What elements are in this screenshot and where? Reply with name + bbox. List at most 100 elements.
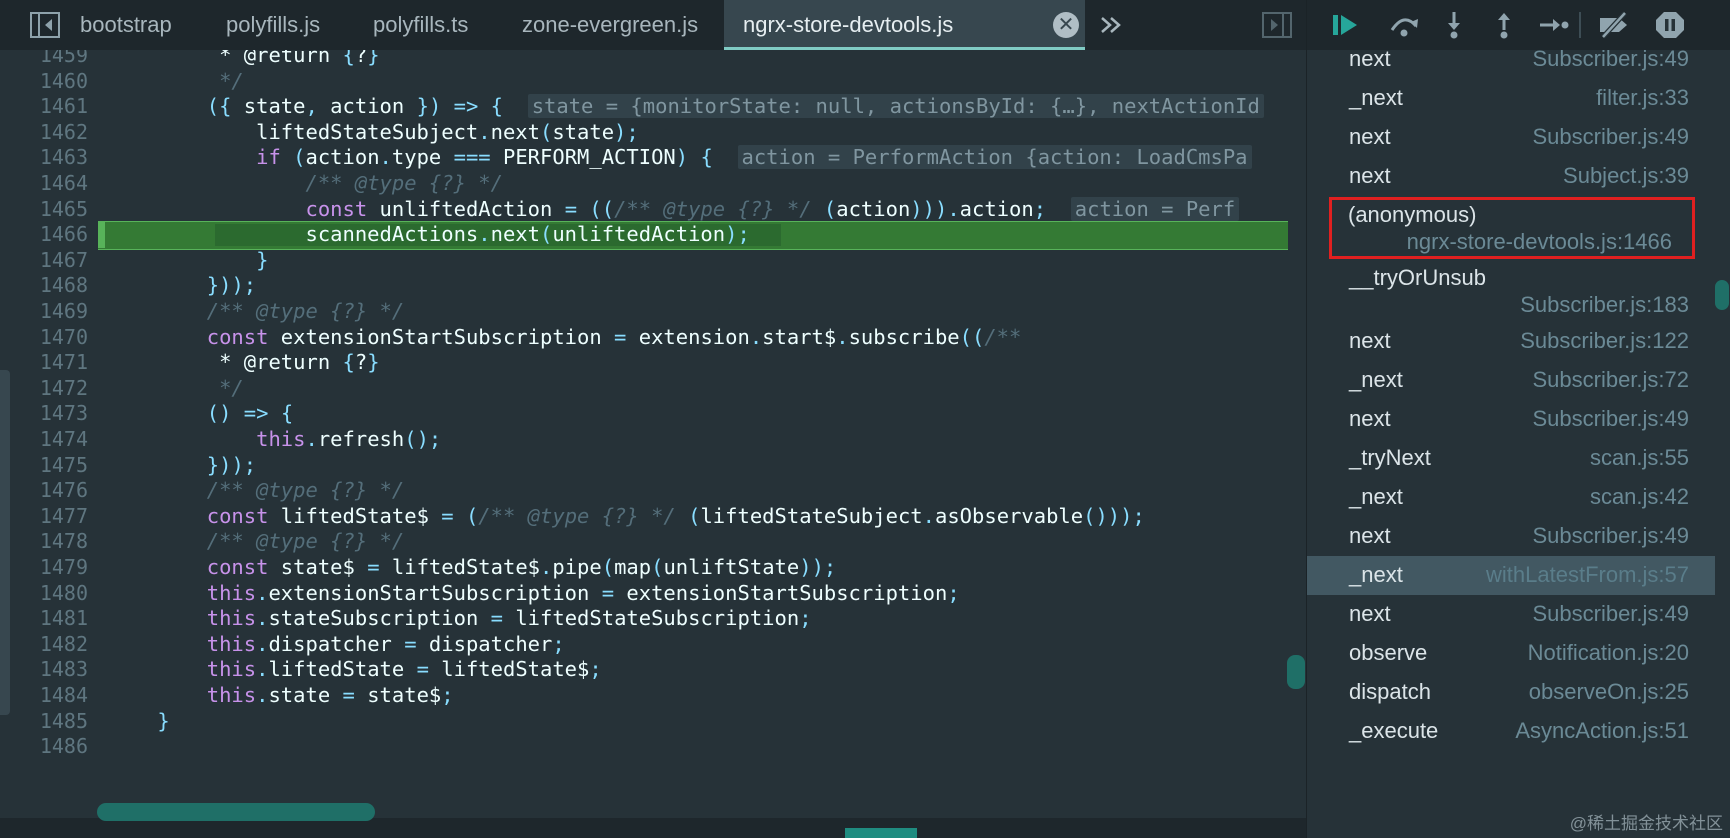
horizontal-scrollbar-thumb[interactable] bbox=[97, 803, 375, 821]
call-stack-frame[interactable]: __tryOrUnsub Subscriber.js:183 bbox=[1307, 259, 1715, 322]
call-stack-frame[interactable]: _next scan.js:42 bbox=[1307, 478, 1715, 517]
code-line[interactable]: 1473 () => { bbox=[0, 399, 1290, 427]
line-number[interactable]: 1466 bbox=[0, 220, 88, 248]
code-text: this.dispatcher = dispatcher; bbox=[206, 631, 565, 656]
step-out-icon[interactable] bbox=[1487, 10, 1521, 40]
call-stack-frame[interactable]: _tryNext scan.js:55 bbox=[1307, 439, 1715, 478]
code-line[interactable]: 1471 * @return {?} bbox=[0, 348, 1290, 376]
resume-icon[interactable] bbox=[1329, 10, 1363, 40]
line-number[interactable]: 1480 bbox=[0, 579, 88, 607]
call-stack-frame[interactable]: next Subscriber.js:49 bbox=[1307, 595, 1715, 634]
frame-function-name: next bbox=[1349, 46, 1391, 71]
line-number[interactable]: 1473 bbox=[0, 399, 88, 427]
code-line[interactable]: 1475 })); bbox=[0, 451, 1290, 479]
code-line[interactable]: 1460 */ bbox=[0, 67, 1290, 95]
line-number[interactable]: 1477 bbox=[0, 502, 88, 530]
code-line[interactable]: 1479 const state$ = liftedState$.pipe(ma… bbox=[0, 553, 1290, 581]
line-number[interactable]: 1462 bbox=[0, 118, 88, 146]
step-into-icon[interactable] bbox=[1437, 10, 1471, 40]
call-stack-frame[interactable]: _next withLatestFrom.js:57 bbox=[1307, 556, 1715, 595]
line-number[interactable]: 1474 bbox=[0, 425, 88, 453]
call-stack-frame[interactable]: _next Subscriber.js:72 bbox=[1307, 361, 1715, 400]
code-line[interactable]: 1468 })); bbox=[0, 271, 1290, 299]
code-line[interactable]: 1472 */ bbox=[0, 374, 1290, 402]
current-execution-line[interactable]: 1466 scannedActions.next(unliftedAction)… bbox=[0, 220, 1290, 251]
line-number[interactable]: 1481 bbox=[0, 604, 88, 632]
frame-location: Subscriber.js:49 bbox=[1532, 406, 1689, 431]
line-number[interactable]: 1475 bbox=[0, 451, 88, 479]
toggle-debugger-icon[interactable] bbox=[1262, 12, 1292, 38]
call-stack-frame[interactable]: next Subject.js:39 bbox=[1307, 157, 1715, 196]
step-icon[interactable] bbox=[1537, 10, 1571, 40]
call-stack-frame[interactable]: (anonymous) ngrx-store-devtools.js:1466 bbox=[1329, 197, 1695, 259]
code-line[interactable]: 1469 /** @type {?} */ bbox=[0, 297, 1290, 325]
code-line[interactable]: 1465 const unliftedAction = ((/** @type … bbox=[0, 195, 1290, 223]
call-stack-frame[interactable]: next Subscriber.js:49 bbox=[1307, 400, 1715, 439]
more-tabs-icon[interactable] bbox=[1096, 10, 1126, 40]
tab-ngrx-store-devtools[interactable]: ngrx-store-devtools.js ✕ bbox=[724, 0, 1085, 50]
line-number[interactable]: 1476 bbox=[0, 476, 88, 504]
line-number[interactable]: 1465 bbox=[0, 195, 88, 223]
vertical-scrollbar-thumb[interactable] bbox=[1287, 655, 1305, 689]
line-number[interactable]: 1486 bbox=[0, 732, 88, 760]
code-line[interactable]: 1483 this.liftedState = liftedState$; bbox=[0, 655, 1290, 683]
line-number[interactable]: 1461 bbox=[0, 92, 88, 120]
line-number[interactable]: 1485 bbox=[0, 707, 88, 735]
line-number[interactable]: 1467 bbox=[0, 246, 88, 274]
line-number[interactable]: 1472 bbox=[0, 374, 88, 402]
code-line[interactable]: 1478 /** @type {?} */ bbox=[0, 527, 1290, 555]
tab-zone-evergreen[interactable]: zone-evergreen.js bbox=[522, 0, 698, 50]
code-line[interactable]: 1464 /** @type {?} */ bbox=[0, 169, 1290, 197]
frame-location: scan.js:55 bbox=[1589, 445, 1689, 470]
frame-function-name: next bbox=[1349, 601, 1391, 626]
code-line[interactable]: 1463 if (action.type === PERFORM_ACTION)… bbox=[0, 143, 1290, 171]
code-line[interactable]: 1474 this.refresh(); bbox=[0, 425, 1290, 453]
close-icon[interactable]: ✕ bbox=[1053, 12, 1079, 38]
horizontal-scrollbar-track[interactable] bbox=[0, 818, 1306, 838]
code-editor[interactable]: bootstrap polyfills.js polyfills.ts zone… bbox=[0, 0, 1306, 838]
call-stack-frame[interactable]: next Subscriber.js:49 bbox=[1307, 118, 1715, 157]
code-line[interactable]: 1481 this.stateSubscription = liftedStat… bbox=[0, 604, 1290, 632]
line-number[interactable]: 1471 bbox=[0, 348, 88, 376]
line-number[interactable]: 1463 bbox=[0, 143, 88, 171]
line-number[interactable]: 1464 bbox=[0, 169, 88, 197]
code-line[interactable]: 1480 this.extensionStartSubscription = e… bbox=[0, 579, 1290, 607]
call-stack-frame[interactable]: next Subscriber.js:122 bbox=[1307, 322, 1715, 361]
line-number[interactable]: 1483 bbox=[0, 655, 88, 683]
call-stack-frame[interactable]: _execute AsyncAction.js:51 bbox=[1307, 712, 1715, 751]
line-number[interactable]: 1469 bbox=[0, 297, 88, 325]
code-line[interactable]: 1461 ({ state, action }) => { state = {m… bbox=[0, 92, 1290, 120]
pause-on-exceptions-icon[interactable] bbox=[1653, 10, 1687, 40]
code-line[interactable]: 1470 const extensionStartSubscription = … bbox=[0, 323, 1290, 351]
line-number[interactable]: 1470 bbox=[0, 323, 88, 351]
code-line[interactable]: 1477 const liftedState$ = (/** @type {?}… bbox=[0, 502, 1290, 530]
line-number[interactable]: 1484 bbox=[0, 681, 88, 709]
code-line[interactable]: 1467 } bbox=[0, 246, 1290, 274]
code-line[interactable]: 1462 liftedStateSubject.next(state); bbox=[0, 118, 1290, 146]
line-number[interactable]: 1482 bbox=[0, 630, 88, 658]
call-stack-frame[interactable]: observe Notification.js:20 bbox=[1307, 634, 1715, 673]
call-stack-frame[interactable]: _next filter.js:33 bbox=[1307, 79, 1715, 118]
tab-polyfills-js[interactable]: polyfills.js bbox=[226, 0, 320, 50]
tab-polyfills-ts[interactable]: polyfills.ts bbox=[373, 0, 468, 50]
code-line[interactable]: 1476 /** @type {?} */ bbox=[0, 476, 1290, 504]
watermark: @稀土掘金技术社区 bbox=[1569, 814, 1723, 833]
code-line[interactable]: 1484 this.state = state$; bbox=[0, 681, 1290, 709]
call-stack-scrollbar[interactable] bbox=[1715, 280, 1729, 310]
step-over-icon[interactable] bbox=[1387, 10, 1421, 40]
call-stack-frame[interactable]: dispatch observeOn.js:25 bbox=[1307, 673, 1715, 712]
inline-value-hint: action = PerformAction {action: LoadCmsP… bbox=[737, 145, 1252, 170]
code-line[interactable]: 1486 bbox=[0, 732, 1290, 760]
code-line[interactable]: 1485 } bbox=[0, 707, 1290, 735]
deactivate-breakpoints-icon[interactable] bbox=[1597, 10, 1631, 40]
line-number[interactable]: 1468 bbox=[0, 271, 88, 299]
line-number[interactable]: 1460 bbox=[0, 67, 88, 95]
line-number[interactable]: 1478 bbox=[0, 527, 88, 555]
code-area[interactable]: 1459 * @return {?} 1460 */1461 ({ state, … bbox=[0, 50, 1290, 818]
toggle-navigator-icon[interactable] bbox=[30, 12, 60, 38]
line-number[interactable]: 1479 bbox=[0, 553, 88, 581]
code-line[interactable]: 1482 this.dispatcher = dispatcher; bbox=[0, 630, 1290, 658]
tab-bootstrap[interactable]: bootstrap bbox=[80, 0, 172, 50]
call-stack-frame[interactable]: next Subscriber.js:49 bbox=[1307, 40, 1715, 79]
call-stack-frame[interactable]: next Subscriber.js:49 bbox=[1307, 517, 1715, 556]
